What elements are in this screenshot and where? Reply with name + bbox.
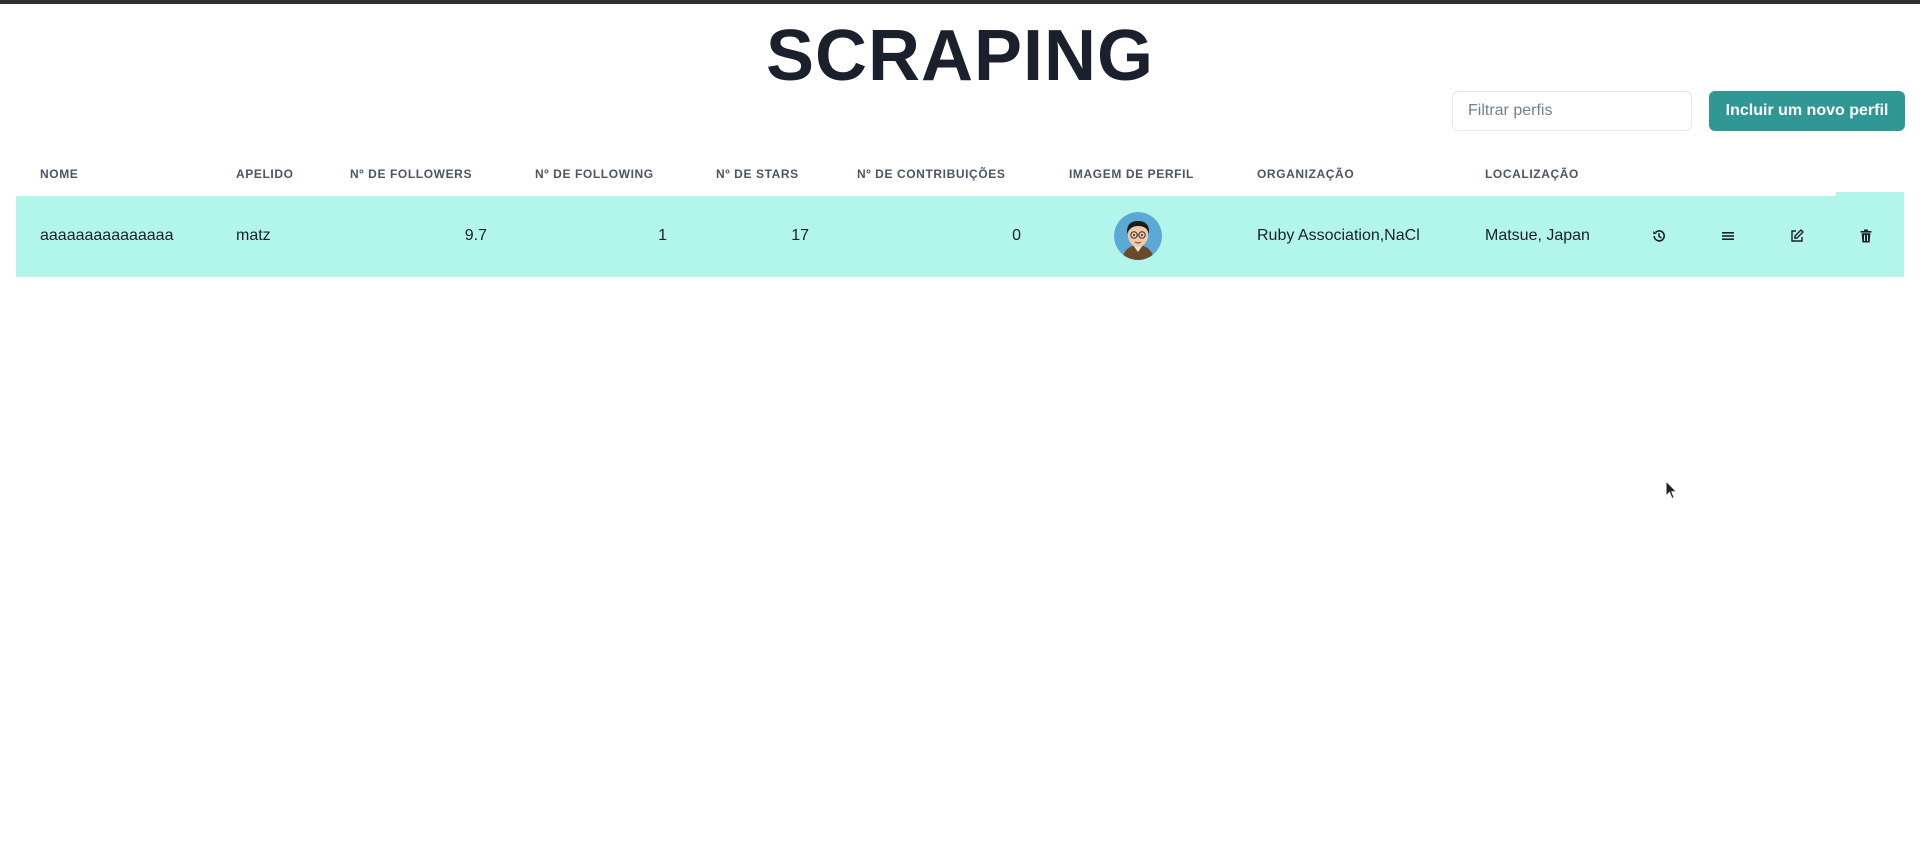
column-header-apelido: APELIDO: [236, 167, 294, 181]
cell-contribuicoes: 0: [1012, 227, 1021, 244]
cell-organizacao: Ruby Association,NaCl: [1257, 227, 1420, 244]
filter-profiles-input[interactable]: [1452, 91, 1692, 131]
column-header-contribuicoes: Nº DE CONTRIBUIÇÕES: [857, 167, 1006, 181]
column-header-stars: Nº DE STARS: [716, 167, 799, 181]
menu-icon[interactable]: [1715, 223, 1741, 249]
column-header-organizacao: ORGANIZAÇÃO: [1257, 167, 1355, 181]
profile-avatar: [1114, 212, 1162, 260]
mouse-cursor-icon: [1665, 479, 1679, 505]
top-border: [0, 0, 1920, 4]
column-header-localizacao: LOCALIZAÇÃO: [1485, 167, 1579, 181]
cell-followers: 9.7: [464, 227, 487, 244]
history-icon[interactable]: [1646, 223, 1672, 249]
column-header-nome: NOME: [40, 167, 79, 181]
cell-stars: 17: [791, 227, 809, 244]
column-header-imagem: IMAGEM DE PERFIL: [1069, 167, 1194, 181]
add-profile-button[interactable]: Incluir um novo perfil: [1709, 91, 1905, 131]
trash-icon[interactable]: [1853, 223, 1879, 249]
cell-following: 1: [658, 227, 667, 244]
page-title: SCRAPING: [765, 16, 1155, 96]
cell-nome: aaaaaaaaaaaaaaa: [40, 227, 174, 244]
table-header: NOME APELIDO Nº DE FOLLOWERS Nº DE FOLLO…: [16, 162, 1904, 188]
edit-icon[interactable]: [1784, 223, 1810, 249]
column-header-following: Nº DE FOLLOWING: [535, 167, 654, 181]
column-header-followers: Nº DE FOLLOWERS: [350, 167, 473, 181]
cell-localizacao: Matsue, Japan: [1485, 227, 1590, 244]
cell-apelido: matz: [236, 227, 271, 244]
table-row[interactable]: aaaaaaaaaaaaaaa matz 9.7 1 17 0 Ruby Ass…: [16, 196, 1904, 277]
